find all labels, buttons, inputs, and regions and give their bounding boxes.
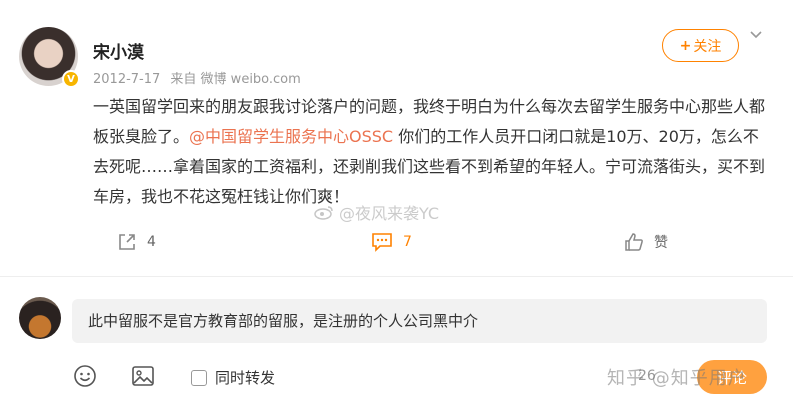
repost-button[interactable]: 4	[117, 232, 156, 252]
like-label: 赞	[654, 235, 668, 251]
weibo-watermark: @夜风来袭YC	[313, 200, 439, 224]
plus-icon: +	[679, 37, 692, 54]
comment-button[interactable]: 7	[371, 232, 412, 252]
zhihu-watermark: 知乎 @知乎用户	[607, 368, 747, 389]
image-icon[interactable]	[131, 364, 155, 388]
checkbox-box[interactable]	[191, 369, 207, 386]
repost-count: 4	[147, 234, 156, 250]
mention-link[interactable]: @中国留学生服务中心OSSC	[189, 127, 393, 146]
username[interactable]: 宋小漠	[93, 38, 144, 63]
verified-badge-icon: V	[62, 70, 80, 88]
post-actions: 4 7 赞	[0, 232, 793, 256]
follow-button[interactable]: + 关注	[662, 29, 739, 62]
comment-input[interactable]: 此中留服不是官方教育部的留服，是注册的个人公司黑中介	[72, 299, 767, 343]
follow-label: 关注	[693, 38, 722, 55]
post-date[interactable]: 2012-7-17	[93, 72, 160, 87]
share-icon	[119, 234, 135, 250]
repost-checkbox[interactable]: 同时转发	[191, 367, 275, 388]
divider	[0, 276, 793, 277]
weibo-logo-icon	[314, 206, 333, 220]
post-meta: 2012-7-17 来自 微博 weibo.com	[93, 68, 307, 87]
post-content: 一英国留学回来的朋友跟我讨论落户的问题，我终于明白为什么每次去留学生服务中心那些…	[93, 92, 773, 212]
chevron-down-icon[interactable]	[748, 26, 764, 42]
like-button[interactable]: 赞	[624, 232, 668, 252]
thumbs-up-icon	[625, 233, 643, 251]
watermark-text: @夜风来袭YC	[339, 204, 440, 223]
post-source: 来自 微博 weibo.com	[170, 72, 301, 87]
repost-checkbox-label: 同时转发	[215, 369, 276, 387]
comment-icon	[372, 233, 392, 252]
emoji-icon[interactable]	[73, 364, 97, 388]
comment-count: 7	[403, 234, 412, 250]
current-user-avatar[interactable]	[19, 297, 61, 339]
